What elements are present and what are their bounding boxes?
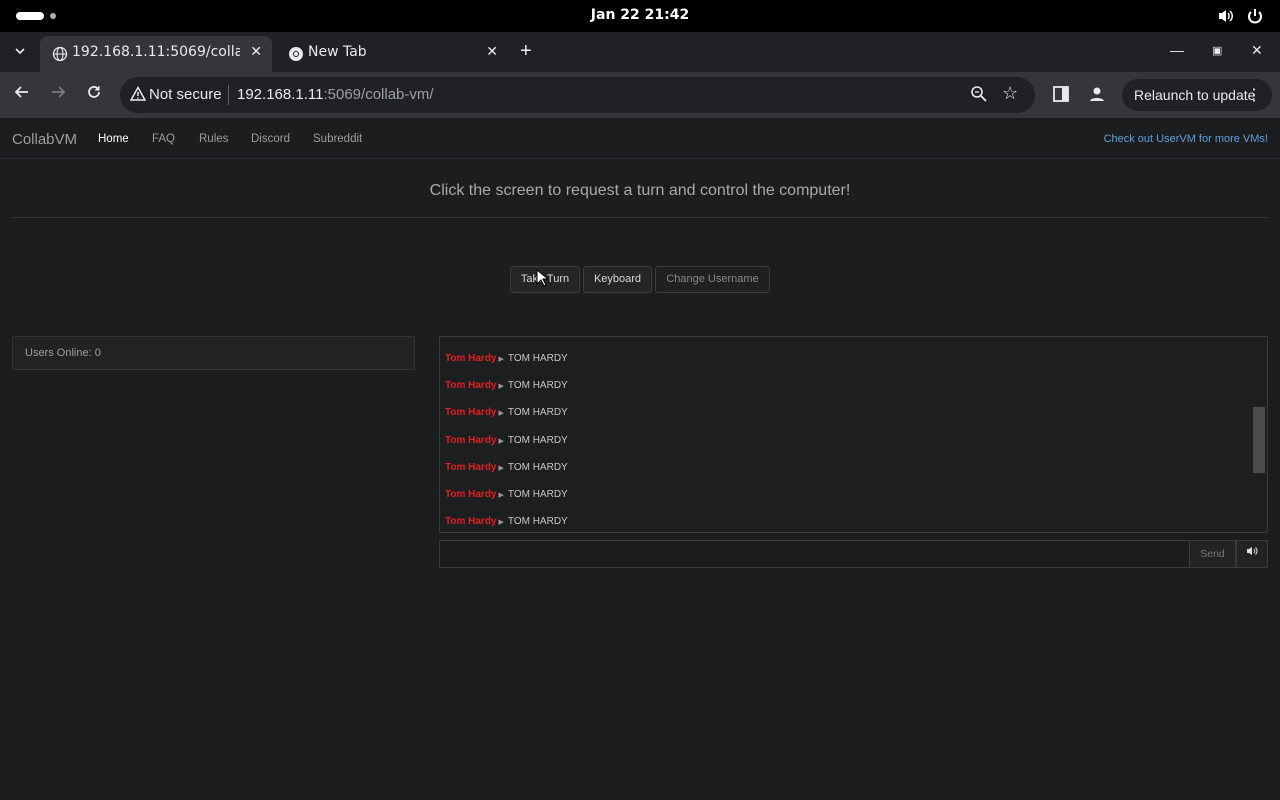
globe-icon (52, 46, 68, 62)
chat-message: Tom Hardy ▶ TOM HARDY (445, 489, 568, 500)
users-online-panel: Users Online: 0 (12, 336, 415, 370)
chat-message: Tom Hardy ▶ TOM HARDY (445, 407, 568, 418)
nav-home[interactable]: Home (98, 133, 129, 145)
warning-icon[interactable] (129, 85, 147, 107)
chat-username: Tom Hardy (445, 435, 497, 446)
chat-username: Tom Hardy (445, 353, 497, 364)
nav-subreddit[interactable]: Subreddit (313, 133, 362, 145)
chat-username: Tom Hardy (445, 380, 497, 391)
tab-title: New Tab (308, 44, 367, 60)
change-username-button[interactable]: Change Username (655, 266, 770, 293)
chat-username: Tom Hardy (445, 407, 497, 418)
side-panel-icon[interactable] (1052, 85, 1070, 108)
chat-text: TOM HARDY (507, 353, 568, 364)
divider (228, 85, 229, 105)
tab-strip: 192.168.1.11:5069/collab-vm/ ✕ New Tab ✕… (0, 32, 1280, 72)
chat-text: TOM HARDY (507, 489, 568, 500)
close-tab-icon[interactable]: ✕ (486, 44, 498, 60)
tab-title: 192.168.1.11:5069/collab-vm/ (72, 44, 240, 60)
chat-text: TOM HARDY (507, 380, 568, 391)
nav-rules[interactable]: Rules (199, 133, 228, 145)
chevron-right-icon: ▶ (498, 438, 504, 445)
chevron-right-icon: ▶ (498, 383, 504, 390)
mouse-pointer-icon (536, 269, 548, 287)
site-brand[interactable]: CollabVM (12, 131, 77, 148)
page-headline: Click the screen to request a turn and c… (429, 182, 851, 199)
address-bar[interactable]: Not secure 192.168.1.11:5069/collab-vm/ … (120, 77, 1035, 113)
chrome-icon (289, 47, 303, 61)
chat-text: TOM HARDY (507, 516, 568, 527)
maximize-icon[interactable]: ▣ (1212, 44, 1222, 57)
chat-message: Tom Hardy ▶ TOM HARDY (445, 435, 568, 446)
chevron-right-icon: ▶ (498, 356, 504, 363)
chat-text: TOM HARDY (507, 435, 568, 446)
chat-message: Tom Hardy ▶ TOM HARDY (445, 353, 568, 364)
chevron-right-icon: ▶ (498, 410, 504, 417)
chevron-right-icon: ▶ (498, 519, 504, 526)
close-tab-icon[interactable]: ✕ (250, 44, 262, 60)
chat-text: TOM HARDY (507, 462, 568, 473)
keyboard-button[interactable]: Keyboard (583, 266, 652, 293)
chat-username: Tom Hardy (445, 489, 497, 500)
speaker-icon[interactable] (1236, 540, 1268, 568)
chat-username: Tom Hardy (445, 462, 497, 473)
chat-message: Tom Hardy ▶ TOM HARDY (445, 516, 568, 527)
tab-search-button[interactable] (8, 40, 32, 64)
chat-text: TOM HARDY (507, 407, 568, 418)
back-icon[interactable] (14, 84, 30, 105)
chevron-down-icon (15, 48, 25, 55)
chat-input[interactable] (439, 540, 1190, 568)
web-page: CollabVM Home FAQ Rules Discord Subreddi… (0, 118, 1280, 800)
nav-discord[interactable]: Discord (251, 133, 290, 145)
system-clock[interactable]: Jan 22 21:42 (0, 7, 1280, 23)
forward-icon[interactable] (50, 84, 66, 105)
power-icon[interactable] (1246, 7, 1264, 28)
security-label[interactable]: Not secure (149, 86, 222, 103)
more-menu-icon[interactable]: ⋮ (1246, 85, 1262, 105)
divider (12, 217, 1268, 218)
send-button[interactable]: Send (1189, 540, 1236, 568)
site-navbar: CollabVM Home FAQ Rules Discord Subreddi… (0, 118, 1280, 159)
uservm-promo-link[interactable]: Check out UserVM for more VMs! (1104, 133, 1268, 145)
tab-new-tab[interactable]: New Tab ✕ (276, 36, 508, 72)
zoom-icon[interactable] (970, 85, 988, 108)
tab-collabvm[interactable]: 192.168.1.11:5069/collab-vm/ ✕ (40, 36, 272, 72)
new-tab-button[interactable]: + (520, 40, 532, 62)
system-top-bar: Jan 22 21:42 (0, 0, 1280, 32)
chat-message: Tom Hardy ▶ TOM HARDY (445, 380, 568, 391)
browser-toolbar: Not secure 192.168.1.11:5069/collab-vm/ … (0, 72, 1280, 118)
nav-faq[interactable]: FAQ (152, 133, 175, 145)
minimize-icon[interactable]: — (1170, 42, 1184, 58)
relaunch-button[interactable]: Relaunch to update ⋮ (1122, 79, 1272, 111)
chat-username: Tom Hardy (445, 516, 497, 527)
chat-scrollbar[interactable] (1253, 407, 1265, 473)
volume-icon[interactable] (1217, 7, 1235, 28)
chevron-right-icon: ▶ (498, 492, 504, 499)
reload-icon[interactable] (86, 84, 102, 105)
close-window-icon[interactable]: ✕ (1251, 42, 1263, 59)
profile-icon[interactable] (1088, 85, 1106, 108)
chat-message: Tom Hardy ▶ TOM HARDY (445, 462, 568, 473)
chevron-right-icon: ▶ (498, 465, 504, 472)
bookmark-star-icon[interactable]: ☆ (1002, 83, 1018, 104)
url-text[interactable]: 192.168.1.11:5069/collab-vm/ (237, 86, 434, 103)
chat-log[interactable]: Tom Hardy ▶ TOM HARDY Tom Hardy ▶ TOM HARDY … (439, 336, 1268, 533)
